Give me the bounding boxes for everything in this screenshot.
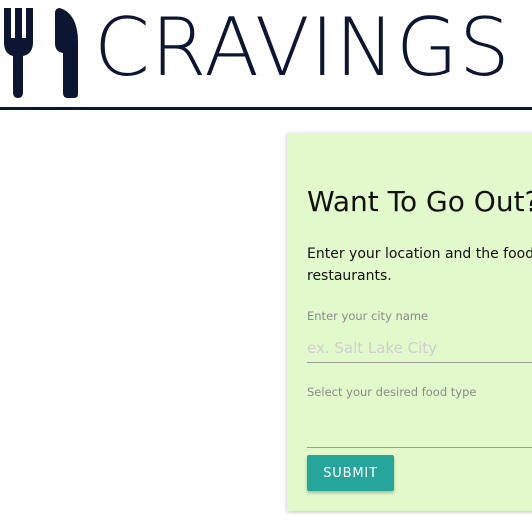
search-card: Want To Go Out? Enter your location and … <box>287 133 532 511</box>
food-type-input[interactable] <box>307 417 532 448</box>
card-title: Want To Go Out? <box>307 185 532 218</box>
submit-button[interactable]: SUBMIT <box>307 455 394 491</box>
site-header: CRAVINGS <box>0 0 532 110</box>
fork-knife-icon <box>4 8 78 98</box>
card-description: Enter your location and the food type to… <box>307 246 532 284</box>
food-type-field-label: Select your desired food type <box>307 385 477 399</box>
city-input[interactable] <box>307 334 532 363</box>
city-field-label: Enter your city name <box>307 309 429 323</box>
brand-name: CRAVINGS <box>94 1 511 94</box>
